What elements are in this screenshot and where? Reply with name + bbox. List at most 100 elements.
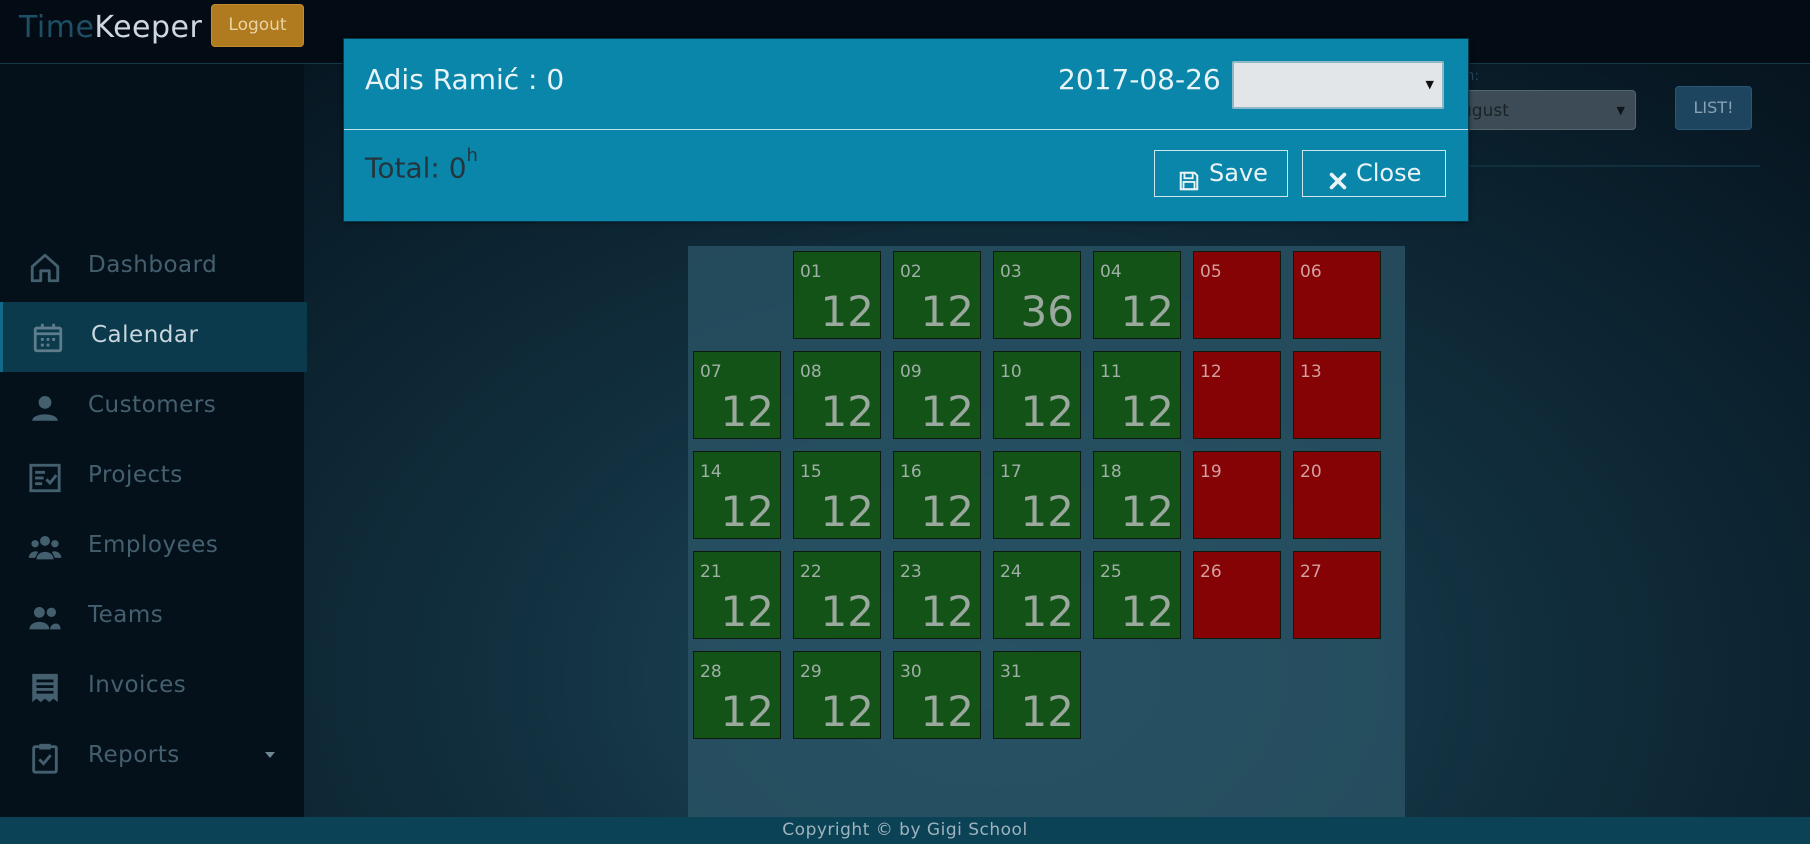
calendar-day[interactable]: 19 <box>1193 451 1281 539</box>
day-number: 18 <box>1100 462 1122 482</box>
day-number: 31 <box>1000 662 1022 682</box>
day-number: 26 <box>1200 562 1222 582</box>
calendar-day[interactable]: 22 12 <box>793 551 881 639</box>
day-number: 08 <box>800 362 822 382</box>
divider <box>1460 165 1760 167</box>
day-number: 27 <box>1300 562 1322 582</box>
projects-icon <box>28 461 62 495</box>
day-entry-modal: Adis Ramić : 0 2017-08-26 ▼ Total: 0h Sa… <box>343 38 1469 222</box>
day-number: 14 <box>700 462 722 482</box>
calendar-day[interactable]: 16 12 <box>893 451 981 539</box>
calendar-day[interactable]: 21 12 <box>693 551 781 639</box>
hours-select[interactable]: ▼ <box>1232 61 1444 109</box>
day-number: 16 <box>900 462 922 482</box>
day-hours: 12 <box>920 687 974 736</box>
day-number: 24 <box>1000 562 1022 582</box>
day-number: 30 <box>900 662 922 682</box>
reports-icon <box>28 741 62 775</box>
close-button[interactable]: Close <box>1302 150 1446 197</box>
logout-button[interactable]: Logout <box>211 4 304 47</box>
day-hours: 12 <box>820 287 874 336</box>
day-number: 03 <box>1000 262 1022 282</box>
sidebar-item-teams[interactable]: Teams <box>0 582 304 652</box>
sidebar-item-label: Reports <box>88 742 180 768</box>
modal-total: Total: 0h <box>365 145 478 185</box>
calendar-day[interactable]: 25 12 <box>1093 551 1181 639</box>
calendar-day[interactable]: 13 <box>1293 351 1381 439</box>
sidebar-item-dashboard[interactable]: Dashboard <box>0 232 304 302</box>
calendar-day[interactable]: 26 <box>1193 551 1281 639</box>
day-number: 29 <box>800 662 822 682</box>
sidebar: Dashboard Calendar Customers Projects Em… <box>0 64 307 817</box>
calendar-day[interactable]: 15 12 <box>793 451 881 539</box>
day-hours: 12 <box>820 587 874 636</box>
total-unit: h <box>466 145 478 166</box>
calendar-day[interactable]: 28 12 <box>693 651 781 739</box>
day-hours: 12 <box>1120 587 1174 636</box>
save-button-label: Save <box>1209 159 1268 187</box>
day-number: 13 <box>1300 362 1322 382</box>
calendar-day[interactable]: 31 12 <box>993 651 1081 739</box>
day-hours: 12 <box>920 487 974 536</box>
calendar-day[interactable]: 30 12 <box>893 651 981 739</box>
sidebar-item-projects[interactable]: Projects <box>0 442 304 512</box>
calendar-day[interactable]: 23 12 <box>893 551 981 639</box>
brand-logo[interactable]: TimeKeeper <box>19 10 202 45</box>
calendar-day[interactable]: 02 12 <box>893 251 981 339</box>
calendar-day[interactable]: 27 <box>1293 551 1381 639</box>
day-number: 04 <box>1100 262 1122 282</box>
modal-divider <box>344 129 1468 130</box>
sidebar-item-customers[interactable]: Customers <box>0 372 304 442</box>
day-number: 11 <box>1100 362 1122 382</box>
day-number: 20 <box>1300 462 1322 482</box>
calendar-day[interactable]: 09 12 <box>893 351 981 439</box>
calendar-day[interactable]: 12 <box>1193 351 1281 439</box>
calendar-day[interactable]: 04 12 <box>1093 251 1181 339</box>
day-number: 25 <box>1100 562 1122 582</box>
calendar-day[interactable]: 10 12 <box>993 351 1081 439</box>
calendar-day[interactable]: 07 12 <box>693 351 781 439</box>
calendar-day[interactable]: 08 12 <box>793 351 881 439</box>
total-value: Total: 0 <box>365 151 467 185</box>
day-hours: 12 <box>720 687 774 736</box>
calendar-day[interactable]: 24 12 <box>993 551 1081 639</box>
day-number: 22 <box>800 562 822 582</box>
day-number: 15 <box>800 462 822 482</box>
select-arrow-icon: ▼ <box>1616 104 1625 117</box>
day-number: 01 <box>800 262 822 282</box>
calendar-day[interactable]: 29 12 <box>793 651 881 739</box>
day-number: 19 <box>1200 462 1222 482</box>
day-hours: 12 <box>720 387 774 436</box>
calendar-day[interactable]: 01 12 <box>793 251 881 339</box>
day-hours: 12 <box>1020 387 1074 436</box>
sidebar-item-calendar[interactable]: Calendar <box>0 302 307 372</box>
close-button-label: Close <box>1356 159 1422 187</box>
calendar-day[interactable]: 11 12 <box>1093 351 1181 439</box>
calendar-day[interactable]: 18 12 <box>1093 451 1181 539</box>
sidebar-item-invoices[interactable]: Invoices <box>0 652 304 722</box>
home-icon <box>28 251 62 285</box>
modal-title: Adis Ramić : 0 <box>365 63 565 96</box>
sidebar-item-reports[interactable]: Reports <box>0 722 304 792</box>
day-hours: 12 <box>1020 687 1074 736</box>
calendar-day[interactable]: 20 <box>1293 451 1381 539</box>
month-select[interactable]: ugust ▼ <box>1440 90 1636 130</box>
day-hours: 12 <box>1120 387 1174 436</box>
sidebar-item-label: Customers <box>88 392 217 418</box>
calendar-day[interactable]: 03 36 <box>993 251 1081 339</box>
day-number: 09 <box>900 362 922 382</box>
sidebar-item-employees[interactable]: Employees <box>0 512 304 582</box>
day-hours: 12 <box>920 287 974 336</box>
sidebar-item-label: Projects <box>88 462 183 488</box>
calendar-day[interactable]: 17 12 <box>993 451 1081 539</box>
day-number: 23 <box>900 562 922 582</box>
calendar-day[interactable]: 06 <box>1293 251 1381 339</box>
day-hours: 12 <box>920 587 974 636</box>
calendar-day[interactable]: 05 <box>1193 251 1281 339</box>
save-button[interactable]: Save <box>1154 150 1288 197</box>
day-hours: 36 <box>1020 287 1074 336</box>
day-hours: 12 <box>1020 487 1074 536</box>
calendar-day[interactable]: 14 12 <box>693 451 781 539</box>
list-button[interactable]: LIST! <box>1675 86 1752 130</box>
chevron-down-icon[interactable] <box>265 752 275 758</box>
